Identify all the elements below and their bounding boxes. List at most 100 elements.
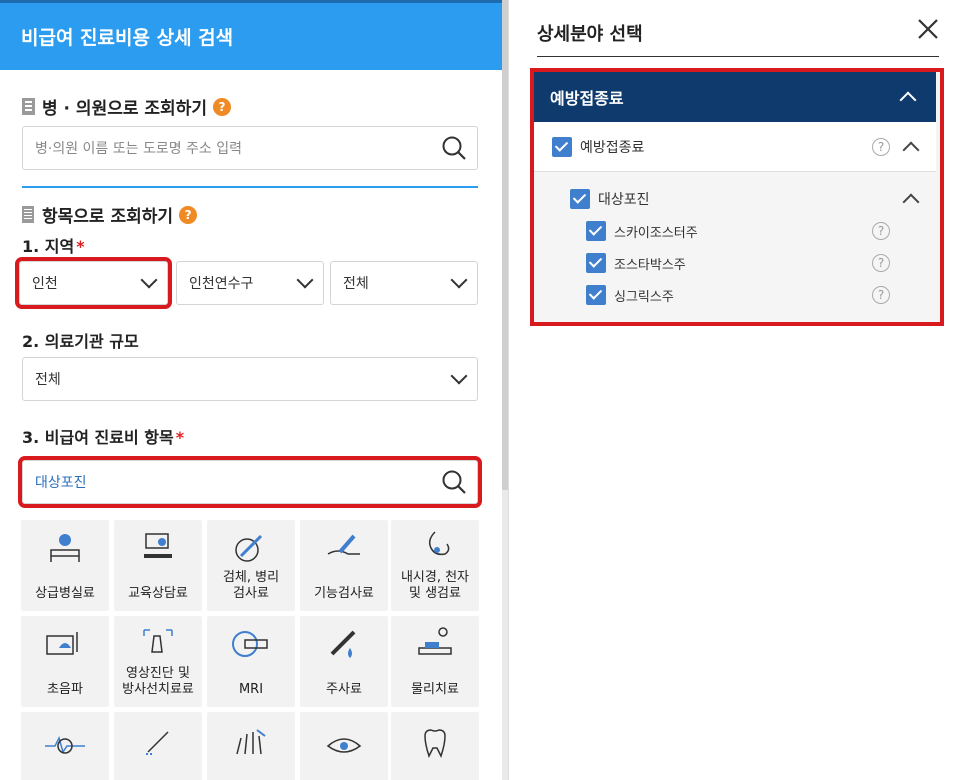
hospital-bed-icon [50, 534, 80, 562]
building-icon [22, 98, 35, 115]
tile-eye[interactable] [300, 712, 388, 780]
tile-label: 내시경, 천자 및 생검료 [400, 570, 470, 601]
region-province-select[interactable]: 인천 [15, 257, 172, 309]
tile-injection[interactable]: 주사료 [300, 616, 388, 707]
region-district-select[interactable]: 인천연수구 [176, 261, 324, 305]
search-icon[interactable] [441, 469, 467, 495]
left-header-title: 비급여 진료비용 상세 검색 [21, 27, 234, 49]
tree-item-label: 스카이조스터주 [614, 225, 698, 241]
checkbox-checked-icon[interactable] [586, 253, 606, 273]
checkbox-checked-icon[interactable] [552, 136, 572, 157]
scale-value: 전체 [35, 372, 61, 388]
tile-hair[interactable] [207, 712, 295, 780]
tree-item-row[interactable]: 스카이조스터주 ? [534, 216, 936, 246]
help-circle-icon[interactable]: ? [872, 138, 890, 156]
region-dong-value: 전체 [343, 276, 369, 292]
category-header[interactable]: 예방접종료 [534, 72, 936, 122]
region-label: 1. 지역 * [22, 233, 85, 257]
section-item-label: 항목으로 조회하기 [42, 207, 174, 227]
left-panel: 비급여 진료비용 상세 검색 병 · 의원으로 조회하기 ? 병·의원 이름 또… [0, 0, 502, 780]
tile-heart-rhythm[interactable] [21, 712, 109, 780]
chevron-up-icon[interactable] [902, 193, 920, 211]
region-province-value: 인천 [32, 276, 58, 292]
chevron-up-icon[interactable] [902, 141, 920, 159]
item-search-value: 대상포진 [35, 475, 87, 491]
physical-therapy-icon [418, 627, 452, 655]
tile-function-test[interactable]: 기능검사료 [300, 520, 388, 611]
tree-group-label: 예방접종료 [580, 139, 645, 156]
region-district-value: 인천연수구 [189, 276, 254, 292]
tile-label: 교육상담료 [128, 586, 188, 601]
chevron-up-icon[interactable] [899, 91, 917, 109]
region-label-text: 1. 지역 [22, 237, 75, 256]
item-label-text: 3. 비급여 진료비 항목 [22, 428, 174, 447]
tile-surgery[interactable] [114, 712, 202, 780]
checkbox-checked-icon[interactable] [570, 189, 590, 209]
tile-label: 기능검사료 [314, 586, 374, 601]
tree-subgroup-label: 대상포진 [598, 192, 650, 208]
help-icon[interactable]: ? [179, 205, 198, 224]
category-header-label: 예방접종료 [550, 89, 624, 108]
tile-label: MRI [238, 682, 264, 697]
search-icon[interactable] [441, 135, 467, 161]
scale-label: 2. 의료기관 규모 [22, 328, 139, 352]
tile-private-room[interactable]: 상급병실료 [21, 520, 109, 611]
tile-label: 상급병실료 [35, 586, 95, 601]
help-circle-icon[interactable]: ? [872, 222, 890, 240]
tile-mri[interactable]: MRI [207, 616, 295, 707]
chevron-down-icon [296, 271, 314, 289]
tree-subgroup-row[interactable]: 대상포진 [534, 184, 936, 214]
hospital-search-placeholder: 병·의원 이름 또는 도로명 주소 입력 [35, 141, 243, 157]
tile-label: 물리치료 [411, 682, 459, 697]
endoscopy-icon [428, 531, 450, 556]
category-tree: 예방접종료 예방접종료 ? 대상포진 스카이조스터주 ? 조스타박스주 ? 싱그… [530, 68, 944, 326]
item-search-input[interactable]: 대상포진 [18, 456, 482, 508]
tree-group-row[interactable]: 예방접종료 ? [534, 122, 936, 172]
injection-icon [330, 630, 356, 658]
imaging-icon [143, 629, 173, 653]
title-rule [537, 56, 939, 57]
chevron-down-icon [140, 271, 158, 289]
region-dong-select[interactable]: 전체 [330, 261, 478, 305]
tile-imaging[interactable]: 영상진단 및 방사선치료료 [114, 616, 202, 707]
left-header: 비급여 진료비용 상세 검색 [0, 0, 502, 70]
function-test-icon [327, 534, 360, 555]
help-circle-icon[interactable]: ? [872, 254, 890, 272]
help-icon[interactable]: ? [212, 97, 231, 116]
checkbox-checked-icon[interactable] [586, 221, 606, 241]
tile-physical-therapy[interactable]: 물리치료 [391, 616, 479, 707]
surgery-hand-icon [146, 731, 169, 755]
tree-item-label: 조스타박스주 [614, 257, 686, 273]
section-hospital-label: 병 · 의원으로 조회하기 [42, 99, 207, 119]
tree-item-label: 싱그릭스주 [614, 289, 674, 305]
close-icon[interactable] [917, 18, 939, 40]
tile-label: 검체, 병리 검사료 [222, 570, 280, 601]
chevron-down-icon [450, 367, 468, 385]
tile-ultrasound[interactable]: 초음파 [21, 616, 109, 707]
tile-label: 영상진단 및 방사선치료료 [122, 666, 194, 697]
tile-endoscopy[interactable]: 내시경, 천자 및 생검료 [391, 520, 479, 611]
heart-rhythm-icon [45, 735, 85, 754]
mri-icon [232, 631, 268, 657]
required-mark: * [76, 237, 85, 256]
item-label: 3. 비급여 진료비 항목 * [22, 424, 184, 448]
scale-select[interactable]: 전체 [22, 357, 478, 401]
checkbox-checked-icon[interactable] [586, 285, 606, 305]
tile-counseling[interactable]: 교육상담료 [114, 520, 202, 611]
eye-icon [326, 738, 362, 753]
document-icon [22, 206, 34, 223]
detail-select-title: 상세분야 선택 [537, 24, 643, 45]
hair-transplant-icon [236, 729, 266, 755]
help-circle-icon[interactable]: ? [872, 286, 890, 304]
section-divider [22, 186, 478, 188]
lab-test-icon [235, 534, 263, 562]
tree-item-row[interactable]: 싱그릭스주 ? [534, 280, 936, 310]
tree-item-row[interactable]: 조스타박스주 ? [534, 248, 936, 278]
required-mark: * [175, 428, 185, 447]
consultation-icon [144, 533, 172, 558]
tile-pathology[interactable]: 검체, 병리 검사료 [207, 520, 295, 611]
tile-dental[interactable] [391, 712, 479, 780]
tooth-icon [424, 729, 446, 758]
chevron-down-icon [450, 271, 468, 289]
hospital-search-input[interactable]: 병·의원 이름 또는 도로명 주소 입력 [22, 126, 478, 170]
